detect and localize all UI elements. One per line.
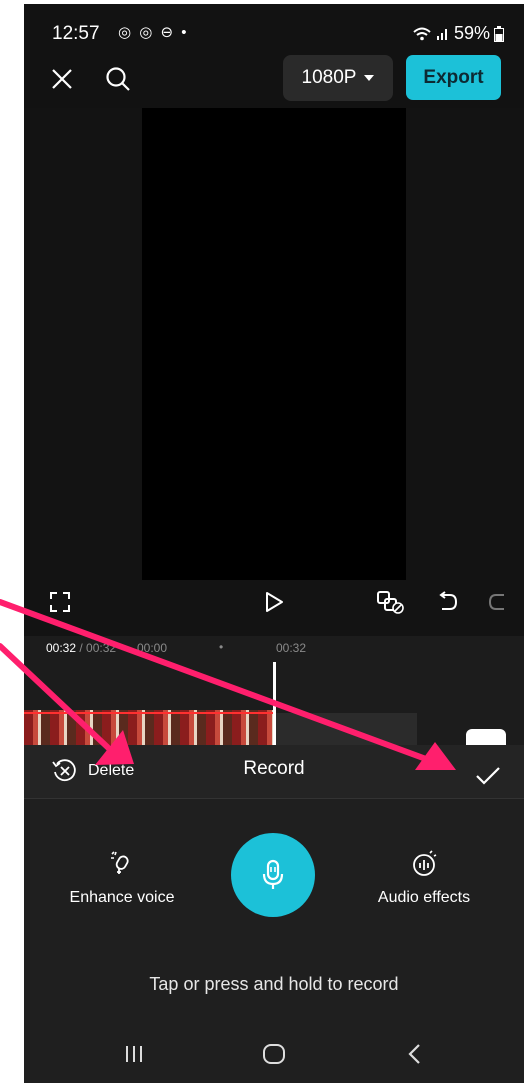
battery-percent: 59%: [453, 23, 490, 43]
close-button[interactable]: [42, 59, 82, 99]
audio-effects-icon: [413, 850, 437, 876]
redo-icon: [488, 594, 504, 610]
recents-button[interactable]: [114, 1034, 154, 1074]
resolution-label: 1080P: [301, 67, 357, 88]
undo-button[interactable]: [428, 582, 468, 622]
back-button[interactable]: [395, 1034, 435, 1074]
export-button[interactable]: Export: [406, 55, 501, 100]
keyframe-button[interactable]: [370, 582, 410, 622]
redo-button[interactable]: [478, 582, 518, 622]
search-button[interactable]: [98, 59, 138, 99]
home-icon: [263, 1044, 285, 1064]
search-icon: [106, 67, 130, 91]
microphone-icon: [262, 859, 284, 889]
back-icon: [408, 1044, 420, 1064]
battery-icon: [494, 25, 504, 42]
status-right: 59%: [412, 23, 504, 44]
recents-icon: [126, 1046, 142, 1062]
chevron-down-icon: [364, 75, 375, 81]
audio-effects-button[interactable]: Audio effects: [349, 850, 499, 907]
audio-clip-track[interactable]: [275, 713, 417, 747]
confirm-button[interactable]: [468, 756, 508, 796]
record-hint: Tap or press and hold to record: [149, 974, 399, 994]
total-time: 00:32: [86, 641, 117, 655]
home-button[interactable]: [254, 1034, 294, 1074]
record-title: Record: [243, 758, 305, 779]
undo-icon: [439, 591, 458, 610]
audio-effects-label: Audio effects: [377, 889, 471, 906]
current-time: 00:32: [46, 641, 77, 655]
fullscreen-icon: [50, 592, 70, 612]
enhance-voice-icon: [111, 851, 129, 874]
signal-icon: [436, 28, 447, 40]
record-button[interactable]: [231, 833, 315, 917]
keyframe-icon: [377, 591, 404, 614]
timecode: 00:32 / 00:32: [46, 641, 116, 655]
phone-screen: 12:57 ◎ ◎ ⊖ • 59% 1080P Export 00:32 / 0…: [24, 4, 524, 1083]
wifi-icon: [413, 27, 431, 40]
tick-label-partial: 00:00: [137, 641, 168, 655]
close-icon: [52, 69, 72, 89]
clip-selection-line: [24, 712, 274, 714]
resolution-dropdown[interactable]: 1080P: [283, 55, 393, 101]
play-icon: [266, 592, 283, 612]
tick-dot: •: [219, 640, 224, 654]
video-preview[interactable]: [142, 108, 406, 580]
time-separator: /: [76, 641, 87, 655]
playhead[interactable]: [273, 662, 276, 746]
status-time: 12:57: [52, 23, 100, 44]
tick-label: 00:32: [276, 641, 307, 655]
check-icon: [476, 767, 500, 785]
fullscreen-button[interactable]: [40, 582, 80, 622]
enhance-voice-label: Enhance voice: [69, 889, 175, 906]
video-clip-track[interactable]: [24, 710, 274, 746]
status-notification-icons: ◎ ◎ ⊖ •: [118, 24, 189, 41]
play-button[interactable]: [254, 582, 294, 622]
enhance-voice-button[interactable]: Enhance voice: [47, 850, 197, 907]
